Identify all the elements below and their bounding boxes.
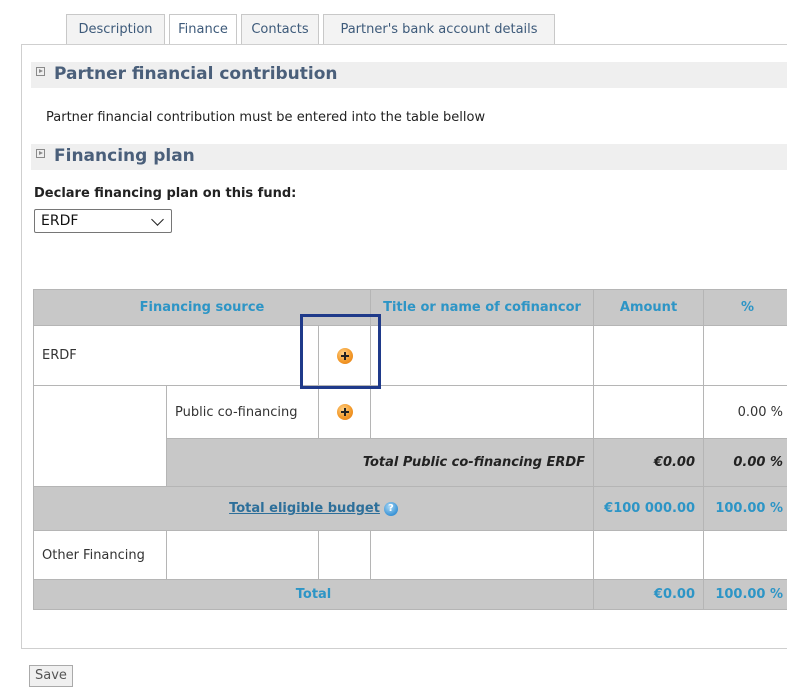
tab-description[interactable]: Description: [66, 14, 165, 44]
erdf-source-label: ERDF: [34, 326, 319, 386]
erdf-percent-cell: [704, 326, 787, 386]
fund-select[interactable]: ERDF: [34, 209, 172, 233]
tab-finance[interactable]: Finance: [169, 14, 237, 44]
erdf-title-cell[interactable]: [371, 326, 594, 386]
total-amount: €0.00: [594, 580, 704, 610]
total-public-percent: 0.00 %: [704, 439, 787, 487]
add-icon[interactable]: [337, 404, 353, 420]
eligible-amount: €100 000.00: [594, 487, 704, 531]
eligible-budget-link[interactable]: Total eligible budget: [229, 501, 380, 516]
other-financing-title-cell: [371, 531, 594, 580]
contribution-section-toggle[interactable]: Partner financial contribution: [36, 64, 338, 84]
chevron-down-icon: [151, 213, 164, 226]
total-public-amount: €0.00: [594, 439, 704, 487]
table-header-row: Financing source Title or name of cofina…: [34, 290, 787, 326]
help-icon[interactable]: ?: [384, 502, 398, 516]
public-cofinancing-label: Public co-financing: [167, 386, 319, 439]
table-row: ERDF: [34, 326, 787, 386]
plan-section-toggle[interactable]: Financing plan: [36, 146, 195, 166]
eligible-percent: 100.00 %: [704, 487, 787, 531]
expand-icon: [36, 67, 45, 76]
tab-bank-account[interactable]: Partner's bank account details: [323, 14, 555, 44]
table-row: Total €0.00 100.00 %: [34, 580, 787, 610]
expand-icon: [36, 149, 45, 158]
erdf-amount-cell: [594, 326, 704, 386]
contribution-text: Partner financial contribution must be e…: [46, 110, 485, 125]
table-row: Total eligible budget? €100 000.00 100.0…: [34, 487, 787, 531]
spacer-cell: [34, 386, 167, 487]
fund-select-value: ERDF: [41, 213, 78, 229]
plan-section-title: Financing plan: [54, 146, 195, 166]
public-title-cell[interactable]: [371, 386, 594, 439]
other-financing-add-cell: [319, 531, 371, 580]
table-row: Other Financing: [34, 531, 787, 580]
eligible-budget-cell: Total eligible budget?: [34, 487, 594, 531]
header-cofinancor-title: Title or name of cofinancor: [371, 290, 594, 326]
highlight-box: [300, 314, 381, 389]
total-percent: 100.00 %: [704, 580, 787, 610]
other-financing-amount-cell: [594, 531, 704, 580]
other-financing-cell: [167, 531, 319, 580]
header-percent: %: [704, 290, 787, 326]
contribution-section-title: Partner financial contribution: [54, 64, 338, 84]
public-add-cell: [319, 386, 371, 439]
public-amount-cell: [594, 386, 704, 439]
other-financing-percent-cell: [704, 531, 787, 580]
total-label: Total: [34, 580, 594, 610]
table-row: Public co-financing 0.00 %: [34, 386, 787, 439]
header-amount: Amount: [594, 290, 704, 326]
financing-table: Financing source Title or name of cofina…: [33, 289, 787, 610]
public-percent-cell: 0.00 %: [704, 386, 787, 439]
declare-label: Declare financing plan on this fund:: [34, 186, 296, 201]
tab-contacts[interactable]: Contacts: [241, 14, 319, 44]
other-financing-label: Other Financing: [34, 531, 167, 580]
total-public-label: Total Public co-financing ERDF: [167, 439, 594, 487]
